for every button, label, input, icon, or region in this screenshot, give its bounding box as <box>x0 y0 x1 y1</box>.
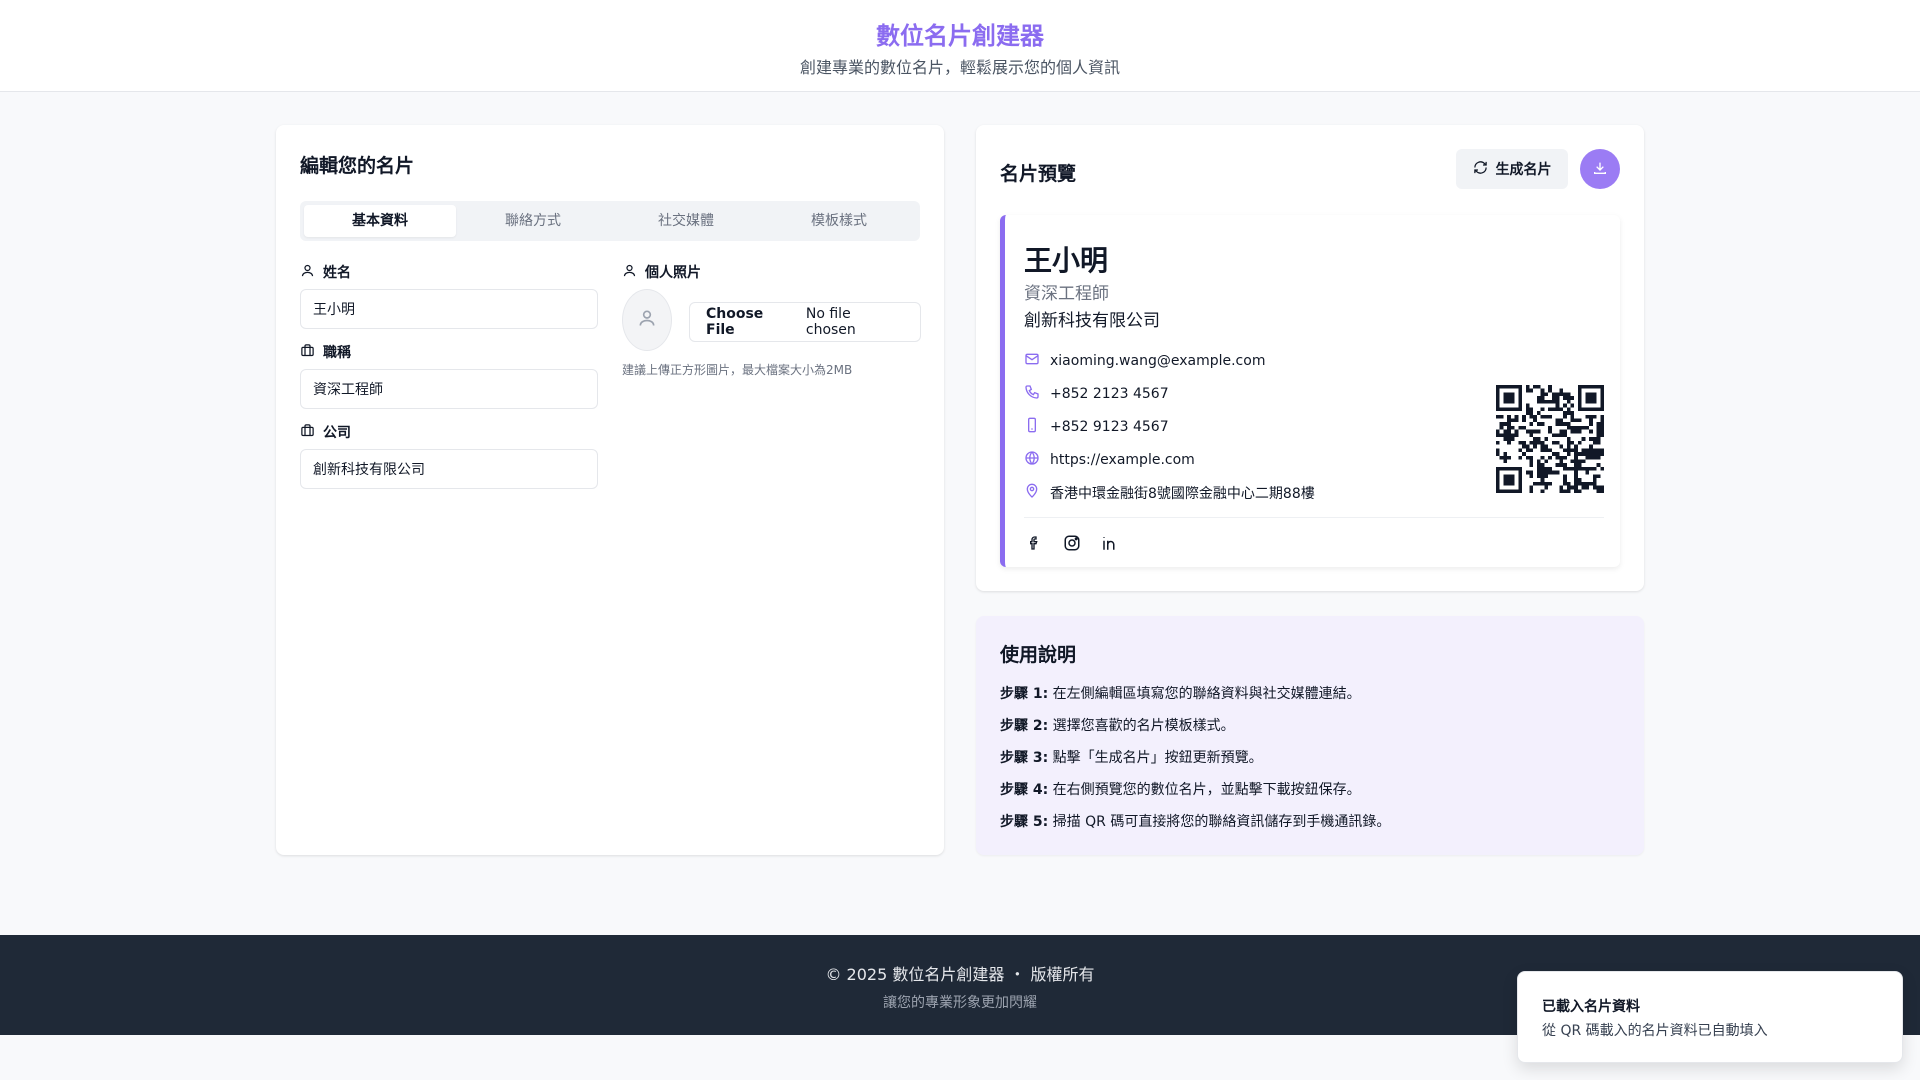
photo-label: 個人照片 <box>622 262 701 282</box>
qr-code <box>1496 385 1604 493</box>
globe-icon <box>1024 450 1040 470</box>
card-phone: +852 2123 4567 <box>1050 386 1169 402</box>
tab-contact[interactable]: 聯絡方式 <box>457 205 609 237</box>
name-label-text: 姓名 <box>323 265 351 281</box>
help-step-text: 在右側預覽您的數位名片，並點擊下載按鈕保存。 <box>1052 782 1361 798</box>
help-step: 步驟 5: 掃描 QR 碼可直接將您的聯絡資訊儲存到手機通訊錄。 <box>1000 812 1620 844</box>
user-icon <box>622 263 637 282</box>
card-website-row: https://example.com <box>1024 450 1195 470</box>
card-social-links <box>1024 533 1120 553</box>
help-step: 步驟 4: 在右側預覽您的數位名片，並點擊下載按鈕保存。 <box>1000 780 1620 812</box>
app-subtitle: 創建專業的數位名片，輕鬆展示您的個人資訊 <box>799 58 1120 77</box>
help-step: 步驟 3: 點擊「生成名片」按鈕更新預覽。 <box>1000 748 1620 780</box>
help-step: 步驟 1: 在左側編輯區填寫您的聯絡資料與社交媒體連結。 <box>1000 684 1620 716</box>
company-label-text: 公司 <box>323 425 351 441</box>
card-website[interactable]: https://example.com <box>1050 452 1195 468</box>
preview-panel: 名片預覽 生成名片 王小明 資深工程師 創新科技有限公司 xiaoming.wa… <box>976 125 1644 591</box>
toast-title: 已載入名片資料 <box>1542 999 1640 1015</box>
job-title-input[interactable] <box>300 369 598 409</box>
business-card-preview: 王小明 資深工程師 創新科技有限公司 xiaoming.wang@example… <box>1000 215 1620 567</box>
download-button[interactable] <box>1580 149 1620 189</box>
user-icon <box>637 308 657 332</box>
toast-message: 從 QR 碼載入的名片資料已自動填入 <box>1542 1023 1768 1039</box>
photo-label-text: 個人照片 <box>645 265 701 281</box>
app-header: 數位名片創建器 創建專業的數位名片，輕鬆展示您的個人資訊 <box>0 0 1920 92</box>
card-divider <box>1024 517 1604 518</box>
help-step-text: 掃描 QR 碼可直接將您的聯絡資訊儲存到手機通訊錄。 <box>1052 814 1391 830</box>
card-address-row: 香港中環金融街8號國際金融中心二期88樓 <box>1024 483 1315 503</box>
map-pin-icon <box>1024 483 1040 503</box>
phone-icon <box>1024 384 1040 404</box>
help-panel: 使用說明 步驟 1: 在左側編輯區填寫您的聯絡資料與社交媒體連結。 步驟 2: … <box>976 616 1644 855</box>
app-title: 數位名片創建器 <box>876 22 1044 50</box>
help-step-text: 點擊「生成名片」按鈕更新預覽。 <box>1052 750 1263 766</box>
no-file-text: No file chosen <box>805 306 856 338</box>
avatar-placeholder <box>622 289 672 351</box>
generate-card-label: 生成名片 <box>1495 162 1552 178</box>
job-title-label: 職稱 <box>300 342 351 362</box>
generate-card-button[interactable]: 生成名片 <box>1456 149 1568 189</box>
card-email-row: xiaoming.wang@example.com <box>1024 351 1265 371</box>
editor-tabs: 基本資料 聯絡方式 社交媒體 模板樣式 <box>300 201 920 241</box>
card-phone-row: +852 2123 4567 <box>1024 384 1169 404</box>
choose-file-button[interactable]: Choose File <box>706 306 796 338</box>
help-step-label: 步驟 4: <box>1000 782 1049 798</box>
mail-icon <box>1024 351 1040 371</box>
editor-heading: 編輯您的名片 <box>300 155 415 177</box>
job-title-label-text: 職稱 <box>323 345 351 361</box>
card-mobile-row: +852 9123 4567 <box>1024 417 1169 437</box>
name-input[interactable] <box>300 289 598 329</box>
help-step-label: 步驟 3: <box>1000 750 1049 766</box>
card-mobile: +852 9123 4567 <box>1050 419 1169 435</box>
instagram-icon[interactable] <box>1062 533 1082 553</box>
card-company: 創新科技有限公司 <box>1024 311 1160 331</box>
mobile-icon <box>1024 417 1040 437</box>
help-steps: 步驟 1: 在左側編輯區填寫您的聯絡資料與社交媒體連結。 步驟 2: 選擇您喜歡… <box>1000 684 1620 844</box>
help-heading: 使用說明 <box>1000 644 1077 666</box>
toast-notification: 已載入名片資料 從 QR 碼載入的名片資料已自動填入 <box>1517 971 1903 1063</box>
help-step-text: 選擇您喜歡的名片模板樣式。 <box>1052 718 1235 734</box>
photo-hint: 建議上傳正方形圖片，最大檔案大小為2MB <box>622 363 853 377</box>
company-input[interactable] <box>300 449 598 489</box>
name-label: 姓名 <box>300 262 351 282</box>
help-step: 步驟 2: 選擇您喜歡的名片模板樣式。 <box>1000 716 1620 748</box>
company-label: 公司 <box>300 422 351 442</box>
briefcase-icon <box>300 423 315 442</box>
tab-basic-info[interactable]: 基本資料 <box>304 205 456 237</box>
user-icon <box>300 263 315 282</box>
help-step-label: 步驟 5: <box>1000 814 1049 830</box>
editor-panel: 編輯您的名片 基本資料 聯絡方式 社交媒體 模板樣式 姓名 職稱 公司 個人照片 <box>276 125 944 855</box>
facebook-icon[interactable] <box>1024 533 1044 553</box>
linkedin-icon[interactable] <box>1100 533 1120 553</box>
card-job-title: 資深工程師 <box>1024 284 1109 304</box>
preview-heading: 名片預覽 <box>1000 163 1077 185</box>
refresh-icon <box>1473 160 1488 179</box>
photo-file-input[interactable]: Choose File No file chosen <box>689 302 921 342</box>
download-icon <box>1592 160 1608 179</box>
tab-social[interactable]: 社交媒體 <box>610 205 762 237</box>
tab-template[interactable]: 模板樣式 <box>763 205 915 237</box>
help-step-label: 步驟 2: <box>1000 718 1049 734</box>
help-step-text: 在左側編輯區填寫您的聯絡資料與社交媒體連結。 <box>1052 686 1361 702</box>
card-address: 香港中環金融街8號國際金融中心二期88樓 <box>1050 486 1315 502</box>
card-name: 王小明 <box>1024 244 1109 277</box>
help-step-label: 步驟 1: <box>1000 686 1049 702</box>
briefcase-icon <box>300 343 315 362</box>
card-email: xiaoming.wang@example.com <box>1050 353 1266 369</box>
